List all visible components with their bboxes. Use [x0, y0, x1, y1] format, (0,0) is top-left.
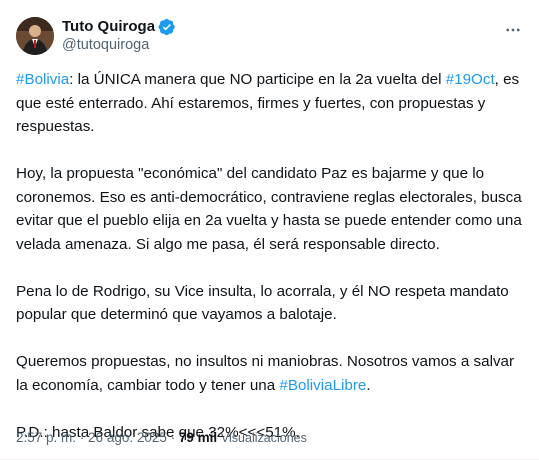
hashtag-bolivia[interactable]: #Bolivia: [16, 71, 69, 88]
author-names: Tuto Quiroga @tutoquiroga: [62, 17, 176, 55]
hashtag-bolivialibre[interactable]: #BoliviaLibre: [279, 377, 366, 394]
paragraph-1: #Bolivia: la ÚNICA manera que NO partici…: [16, 68, 523, 139]
display-name[interactable]: Tuto Quiroga: [62, 17, 155, 36]
paragraph-1-text-a: : la ÚNICA manera que NO participe en la…: [69, 71, 446, 88]
paragraph-4-text-a: Queremos propuestas, no insultos ni mani…: [16, 353, 515, 394]
verified-badge-icon: [158, 18, 176, 36]
avatar[interactable]: [16, 17, 54, 55]
tweet: Tuto Quiroga @tutoquiroga #Bolivia: la Ú…: [0, 0, 539, 460]
tweet-time[interactable]: 2:57 p. m.: [16, 430, 76, 445]
meta-separator: ·: [166, 430, 179, 445]
handle[interactable]: @tutoquiroga: [62, 36, 176, 55]
paragraph-4: Queremos propuestas, no insultos ni mani…: [16, 350, 523, 397]
views-count: 79 mil: [178, 430, 218, 445]
hashtag-19oct[interactable]: #19Oct: [446, 71, 495, 88]
tweet-header: Tuto Quiroga @tutoquiroga: [16, 14, 523, 58]
paragraph-2: Hoy, la propuesta "económica" del candid…: [16, 165, 522, 253]
meta-separator: ·: [76, 430, 89, 445]
paragraph-4-text-b: .: [366, 376, 371, 394]
tweet-meta: 2:57 p. m. · 26 ago. 2025 · 79 mil Visua…: [16, 428, 307, 448]
views-label: Visualizaciones: [220, 431, 307, 445]
paragraph-3: Pena lo de Rodrigo, su Vice insulta, lo …: [16, 282, 509, 324]
tweet-text: #Bolivia: la ÚNICA manera que NO partici…: [16, 68, 523, 444]
more-options-icon[interactable]: [503, 20, 523, 40]
tweet-date[interactable]: 26 ago. 2025: [88, 430, 167, 445]
name-row: Tuto Quiroga: [62, 17, 176, 36]
